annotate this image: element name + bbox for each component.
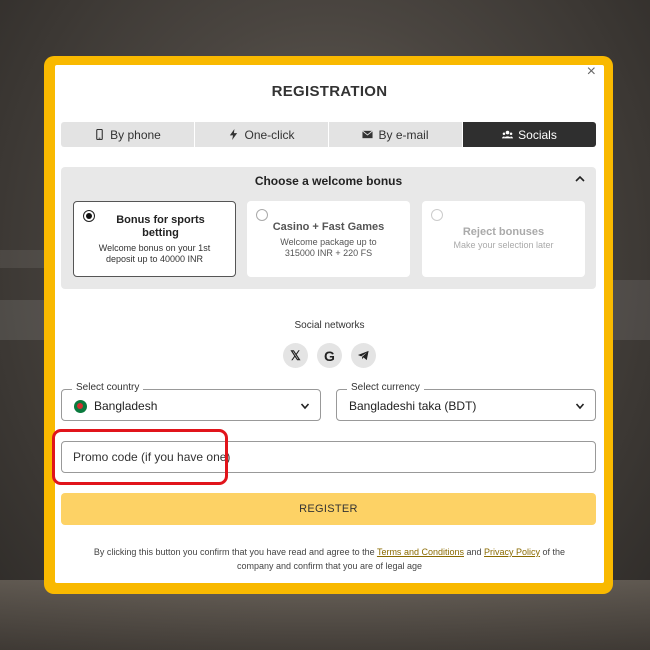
country-select[interactable]: Select country Bangladesh [61, 382, 321, 421]
welcome-bonus-section: Choose a welcome bonus Bonus for sports … [61, 167, 596, 289]
tab-label: Socials [518, 127, 557, 142]
close-icon[interactable]: × [587, 64, 596, 80]
background-decoration [610, 280, 650, 340]
tab-one-click[interactable]: One-click [195, 122, 329, 147]
bonus-option-title: Reject bonuses [462, 226, 545, 238]
currency-select[interactable]: Select currency Bangladeshi taka (BDT) [336, 382, 596, 421]
chevron-down-icon [300, 403, 310, 410]
bonus-option-desc: Welcome bonus on your 1st deposit up to … [98, 243, 211, 264]
terms-link[interactable]: Terms and Conditions [377, 547, 464, 557]
tab-label: By phone [110, 127, 161, 142]
phone-icon [96, 129, 103, 140]
bonus-heading: Choose a welcome bonus [254, 174, 403, 188]
registration-modal: × REGISTRATION By phone One-click By e-m… [52, 64, 604, 583]
promo-code-input[interactable] [62, 442, 595, 472]
country-value: Bangladesh [94, 399, 158, 413]
promo-code-field[interactable] [61, 441, 596, 473]
chevron-up-icon[interactable] [574, 173, 586, 185]
tab-by-email[interactable]: By e-mail [329, 122, 463, 147]
social-icons: 𝕏 G [55, 343, 604, 368]
x-icon[interactable]: 𝕏 [283, 343, 308, 368]
terms-text: By clicking this button you confirm that… [75, 545, 584, 573]
background-decoration [0, 250, 45, 268]
envelope-icon [362, 130, 374, 139]
currency-legend: Select currency [347, 382, 424, 393]
tab-label: By e-mail [378, 127, 429, 142]
registration-tabs: By phone One-click By e-mail Socials [61, 122, 596, 147]
bonus-option-desc: Welcome package up to 315000 INR + 220 F… [280, 237, 377, 258]
social-networks-label: Social networks [294, 320, 365, 331]
bangladesh-flag-icon [74, 399, 87, 413]
google-icon[interactable]: G [317, 343, 342, 368]
telegram-icon[interactable] [351, 343, 376, 368]
bonus-option-title: Casino + Fast Games [272, 221, 385, 233]
radio-unselected[interactable] [256, 209, 268, 221]
terms-text-part: By clicking this button you confirm that… [93, 547, 377, 557]
register-button[interactable]: REGISTER [61, 493, 596, 525]
tab-by-phone[interactable]: By phone [61, 122, 195, 147]
country-legend: Select country [72, 382, 144, 393]
tab-socials[interactable]: Socials [463, 122, 596, 147]
page-title: REGISTRATION [271, 83, 388, 100]
tab-label: One-click [244, 127, 295, 142]
bonus-option-casino[interactable]: Casino + Fast Games Welcome package up t… [247, 201, 410, 277]
radio-selected[interactable] [83, 210, 95, 222]
privacy-link[interactable]: Privacy Policy [484, 547, 540, 557]
chevron-down-icon [575, 403, 585, 410]
bonus-option-sports[interactable]: Bonus for sports betting Welcome bonus o… [73, 201, 236, 277]
bonus-option-reject[interactable]: Reject bonuses Make your selection later [422, 201, 585, 277]
radio-unselected[interactable] [431, 209, 443, 221]
currency-value: Bangladeshi taka (BDT) [349, 399, 477, 413]
users-icon [502, 130, 514, 139]
lightning-icon [230, 129, 238, 140]
bonus-option-desc: Make your selection later [453, 240, 554, 250]
bonus-option-title: Bonus for sports betting [116, 214, 205, 239]
terms-text-part: and [463, 547, 485, 557]
